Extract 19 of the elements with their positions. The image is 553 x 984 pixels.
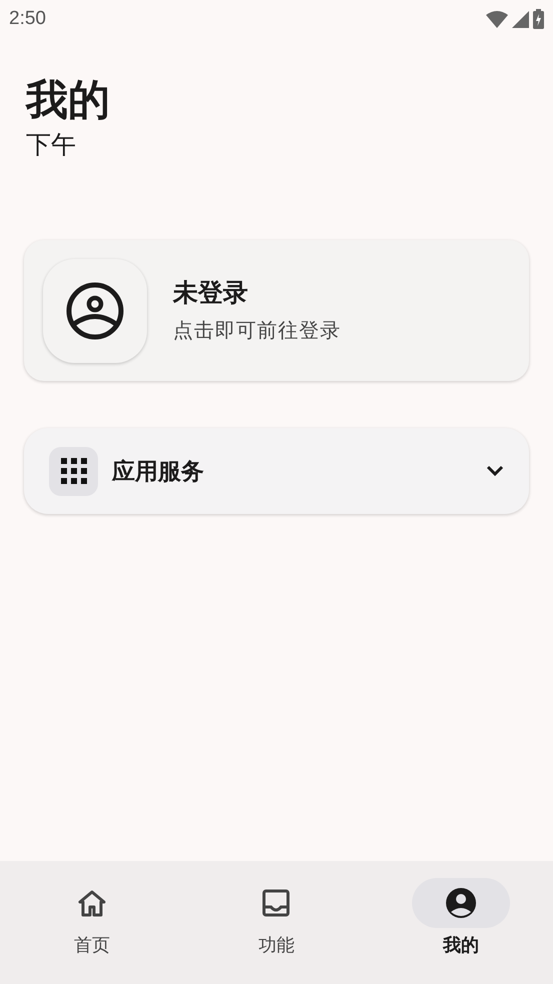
wifi-icon [486,10,508,28]
signal-icon [512,10,529,28]
account-card[interactable]: 未登录 点击即可前往登录 [24,240,529,381]
account-icon [446,888,476,918]
services-label: 应用服务 [112,456,205,486]
apps-grid-icon [60,458,86,484]
account-icon [66,282,124,340]
home-icon [77,889,108,917]
battery-icon [533,9,544,29]
tray-icon [262,889,290,917]
services-row[interactable]: 应用服务 [24,428,529,514]
status-time: 2:50 [9,6,46,31]
nav-tab[interactable]: 功能 [184,861,369,984]
login-hint: 点击即可前往登录 [173,319,341,344]
page-title: 我的 [26,75,111,125]
nav-tab[interactable]: 我的 [368,861,553,984]
account-status: 未登录 [173,278,249,309]
nav-tab[interactable]: 首页 [0,861,184,984]
page-subtitle: 下午 [26,130,77,161]
